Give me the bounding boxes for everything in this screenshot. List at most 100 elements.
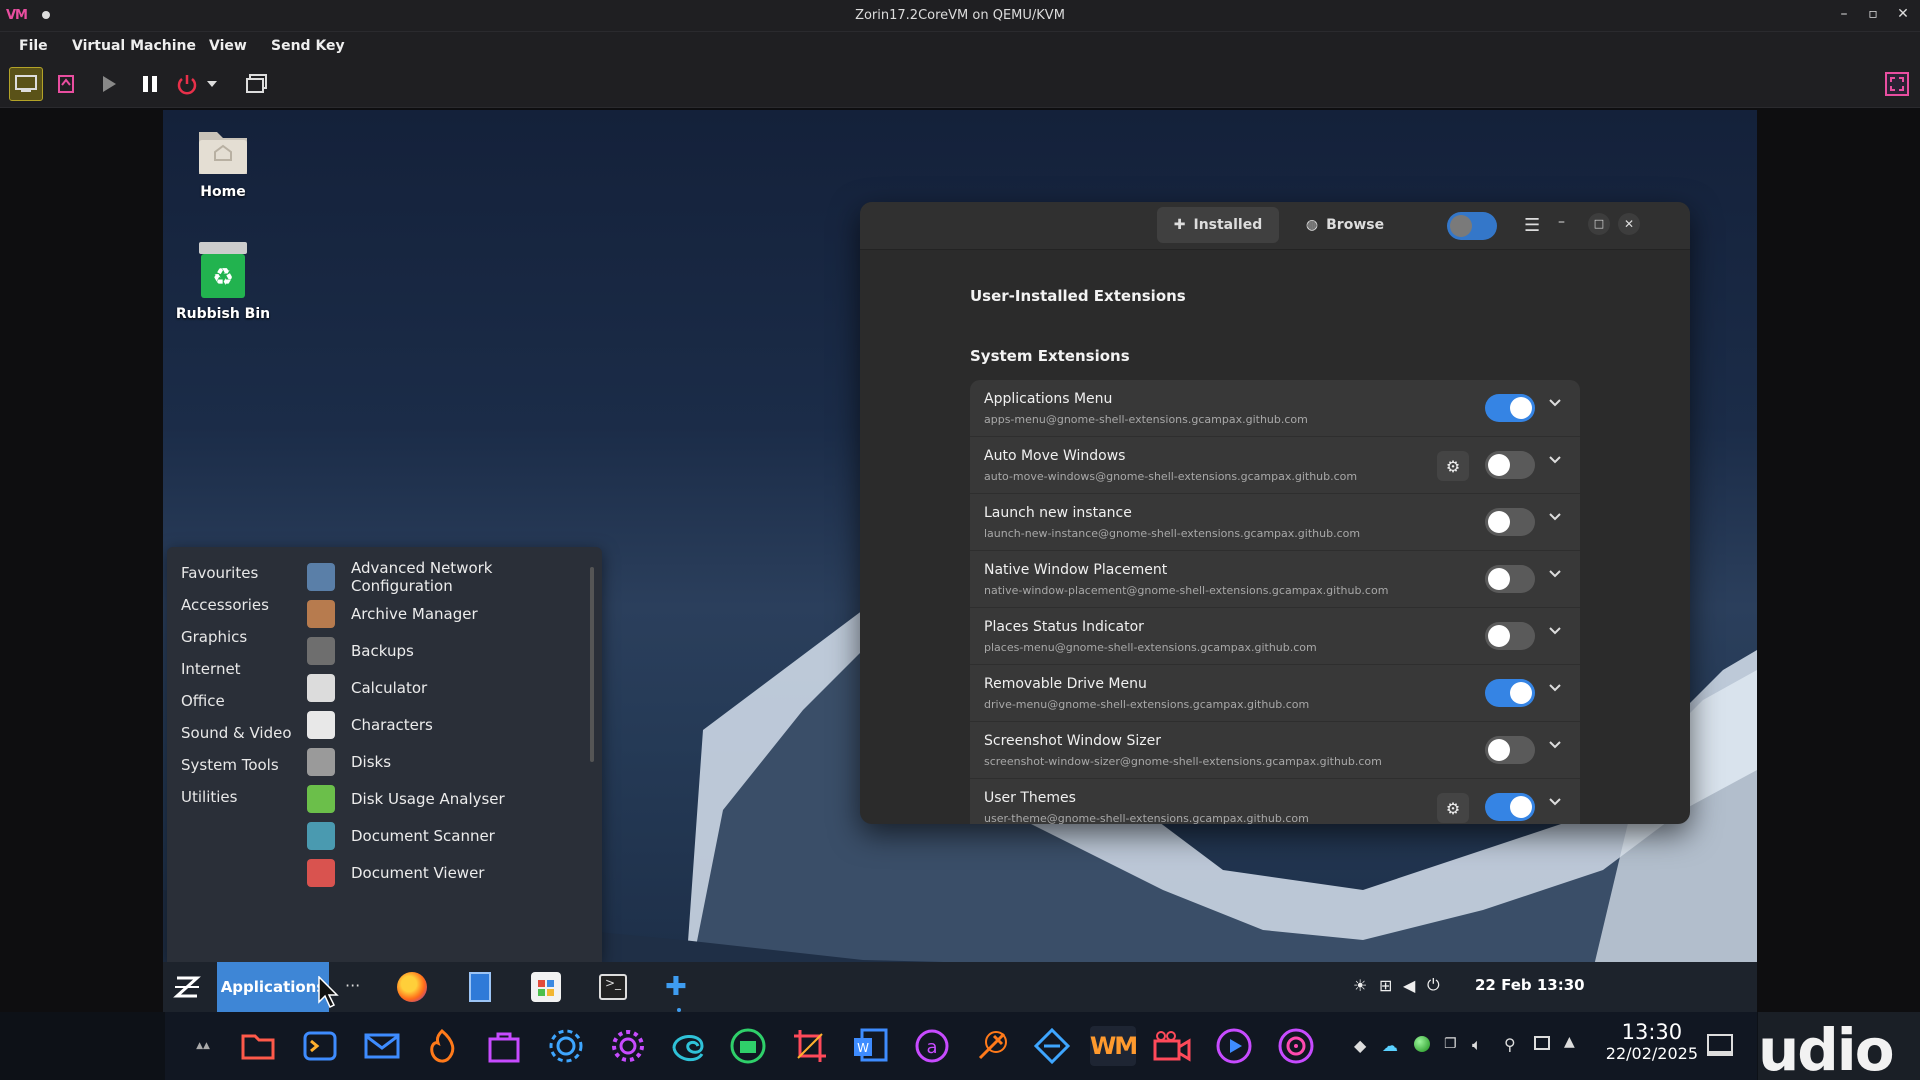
category-sound-video[interactable]: Sound & Video bbox=[181, 724, 292, 742]
close-icon[interactable]: ✕ bbox=[1618, 213, 1640, 235]
fullscreen-button[interactable] bbox=[1880, 67, 1914, 101]
extension-toggle[interactable] bbox=[1485, 508, 1535, 536]
category-office[interactable]: Office bbox=[181, 692, 225, 710]
app-item[interactable]: Calculator bbox=[307, 670, 597, 706]
word-processor-icon[interactable]: W bbox=[850, 1026, 890, 1066]
extension-row[interactable]: User Themes user-theme@gnome-shell-extens… bbox=[970, 779, 1580, 824]
extension-toggle[interactable] bbox=[1485, 679, 1535, 707]
app-item[interactable]: Disk Usage Analyser bbox=[307, 781, 597, 817]
chevron-down-icon[interactable] bbox=[1548, 512, 1562, 522]
system-settings-icon[interactable] bbox=[546, 1026, 586, 1066]
extension-row[interactable]: Screenshot Window Sizer screenshot-window… bbox=[970, 722, 1580, 779]
extensions-puzzle-icon[interactable]: ✚ bbox=[665, 972, 687, 1002]
firefox-icon[interactable] bbox=[397, 972, 427, 1002]
maximize-icon[interactable]: ▫ bbox=[1863, 6, 1883, 22]
virt-manager-icon[interactable]: WM bbox=[1090, 1026, 1138, 1066]
mail-icon[interactable] bbox=[362, 1026, 402, 1066]
chevron-down-icon[interactable] bbox=[1548, 626, 1562, 636]
speaker-icon[interactable]: 🔈︎ bbox=[1472, 1035, 1482, 1055]
software-store-icon[interactable] bbox=[531, 972, 561, 1002]
tray-expand-icon[interactable]: ▲ bbox=[1564, 1034, 1575, 1050]
pen-tool-icon[interactable] bbox=[972, 1026, 1012, 1066]
at-sign-app-icon[interactable]: a bbox=[912, 1026, 952, 1066]
store-bag-icon[interactable] bbox=[484, 1026, 524, 1066]
shutdown-button[interactable] bbox=[170, 67, 204, 101]
app-item[interactable]: Characters bbox=[307, 707, 597, 743]
chevron-down-icon[interactable] bbox=[1548, 797, 1562, 807]
app-item[interactable]: Archive Manager bbox=[307, 596, 597, 632]
extension-row[interactable]: Launch new instance launch-new-instance@g… bbox=[970, 494, 1580, 551]
host-clock[interactable]: 13:30 22/02/2025 bbox=[1606, 1020, 1698, 1063]
close-icon[interactable]: ✕ bbox=[1893, 6, 1913, 22]
media-player-icon[interactable] bbox=[1214, 1026, 1254, 1066]
details-view-button[interactable] bbox=[49, 67, 83, 101]
app-list-scrollbar[interactable] bbox=[590, 567, 594, 762]
disk-burner-icon[interactable] bbox=[1276, 1026, 1316, 1066]
app-item[interactable]: Disks bbox=[307, 744, 597, 780]
extension-toggle[interactable] bbox=[1485, 622, 1535, 650]
category-utilities[interactable]: Utilities bbox=[181, 788, 237, 806]
distro-logo-icon[interactable]: ▲▲ bbox=[180, 1026, 226, 1066]
menu-file[interactable]: File bbox=[19, 38, 48, 54]
app-item[interactable]: Document Scanner bbox=[307, 818, 597, 854]
network-icon[interactable]: ⊞ bbox=[1379, 976, 1392, 995]
cloud-sync-icon[interactable]: ☁ bbox=[1382, 1036, 1398, 1055]
applications-button[interactable]: Applications bbox=[217, 962, 329, 1012]
menu-view[interactable]: View bbox=[209, 38, 247, 54]
chevron-down-icon[interactable] bbox=[1548, 569, 1562, 579]
briefcase-icon[interactable] bbox=[728, 1026, 768, 1066]
chevron-down-icon[interactable] bbox=[1548, 683, 1562, 693]
extension-row[interactable]: Removable Drive Menu drive-menu@gnome-she… bbox=[970, 665, 1580, 722]
shutdown-menu-button[interactable] bbox=[202, 67, 222, 101]
clipboard-icon[interactable]: ❐ bbox=[1444, 1036, 1457, 1052]
file-manager-icon[interactable] bbox=[238, 1026, 278, 1066]
vm-display[interactable]: Home ♻ Rubbish Bin ✚ Installed ◍ Browse … bbox=[163, 110, 1757, 1012]
extension-row[interactable]: Places Status Indicator places-menu@gnome… bbox=[970, 608, 1580, 665]
snapshots-button[interactable] bbox=[240, 67, 274, 101]
extension-toggle[interactable] bbox=[1485, 565, 1535, 593]
minimize-icon[interactable]: – bbox=[1558, 214, 1565, 230]
category-system-tools[interactable]: System Tools bbox=[181, 756, 279, 774]
extension-settings-button[interactable]: ⚙ bbox=[1437, 451, 1469, 481]
extension-row[interactable]: Native Window Placement native-window-pla… bbox=[970, 551, 1580, 608]
app-item[interactable]: Document Viewer bbox=[307, 855, 597, 891]
more-button[interactable]: ··· bbox=[345, 976, 360, 995]
crop-tool-icon[interactable] bbox=[790, 1026, 830, 1066]
chevron-down-icon[interactable] bbox=[1548, 398, 1562, 408]
chevron-down-icon[interactable] bbox=[1548, 740, 1562, 750]
zorin-logo-icon[interactable] bbox=[173, 974, 201, 1004]
run-button[interactable] bbox=[92, 67, 126, 101]
desktop-icon-rubbish-bin[interactable]: ♻ Rubbish Bin bbox=[163, 240, 283, 322]
category-accessories[interactable]: Accessories bbox=[181, 596, 269, 614]
hamburger-menu-icon[interactable]: ☰ bbox=[1524, 215, 1540, 236]
extension-toggle[interactable] bbox=[1485, 736, 1535, 764]
tab-browse[interactable]: ◍ Browse bbox=[1284, 207, 1406, 243]
console-view-button[interactable] bbox=[9, 67, 43, 101]
notification-bell-icon[interactable]: ◆ bbox=[1354, 1036, 1366, 1055]
display-icon[interactable] bbox=[1534, 1036, 1550, 1050]
chevron-down-icon[interactable] bbox=[1548, 455, 1562, 465]
extension-toggle[interactable] bbox=[1485, 394, 1535, 422]
video-camera-icon[interactable] bbox=[1152, 1026, 1192, 1066]
usb-icon[interactable]: ⚲ bbox=[1504, 1035, 1516, 1054]
category-favourites[interactable]: Favourites bbox=[181, 564, 258, 582]
extension-row[interactable]: Auto Move Windows auto-move-windows@gnome… bbox=[970, 437, 1580, 494]
minimize-icon[interactable]: – bbox=[1834, 6, 1854, 22]
gear-settings-icon[interactable] bbox=[608, 1026, 648, 1066]
app-item[interactable]: Backups bbox=[307, 633, 597, 669]
extension-toggle[interactable] bbox=[1485, 793, 1535, 821]
maximize-icon[interactable]: □ bbox=[1588, 213, 1610, 235]
category-graphics[interactable]: Graphics bbox=[181, 628, 247, 646]
files-icon[interactable] bbox=[469, 972, 491, 1002]
desktop-icon-home[interactable]: Home bbox=[163, 122, 283, 200]
status-dot-icon[interactable] bbox=[1414, 1036, 1430, 1052]
category-internet[interactable]: Internet bbox=[181, 660, 241, 678]
show-desktop-icon[interactable] bbox=[1707, 1034, 1733, 1056]
terminal-icon[interactable]: >_ bbox=[599, 974, 627, 1000]
menu-send-key[interactable]: Send Key bbox=[271, 38, 345, 54]
brightness-icon[interactable]: ☀ bbox=[1353, 976, 1367, 995]
volume-icon[interactable]: ◀ bbox=[1403, 976, 1415, 995]
terminal-app-icon[interactable] bbox=[300, 1026, 340, 1066]
app-item[interactable]: Advanced Network Configuration bbox=[307, 559, 597, 595]
extension-settings-button[interactable]: ⚙ bbox=[1437, 793, 1469, 823]
